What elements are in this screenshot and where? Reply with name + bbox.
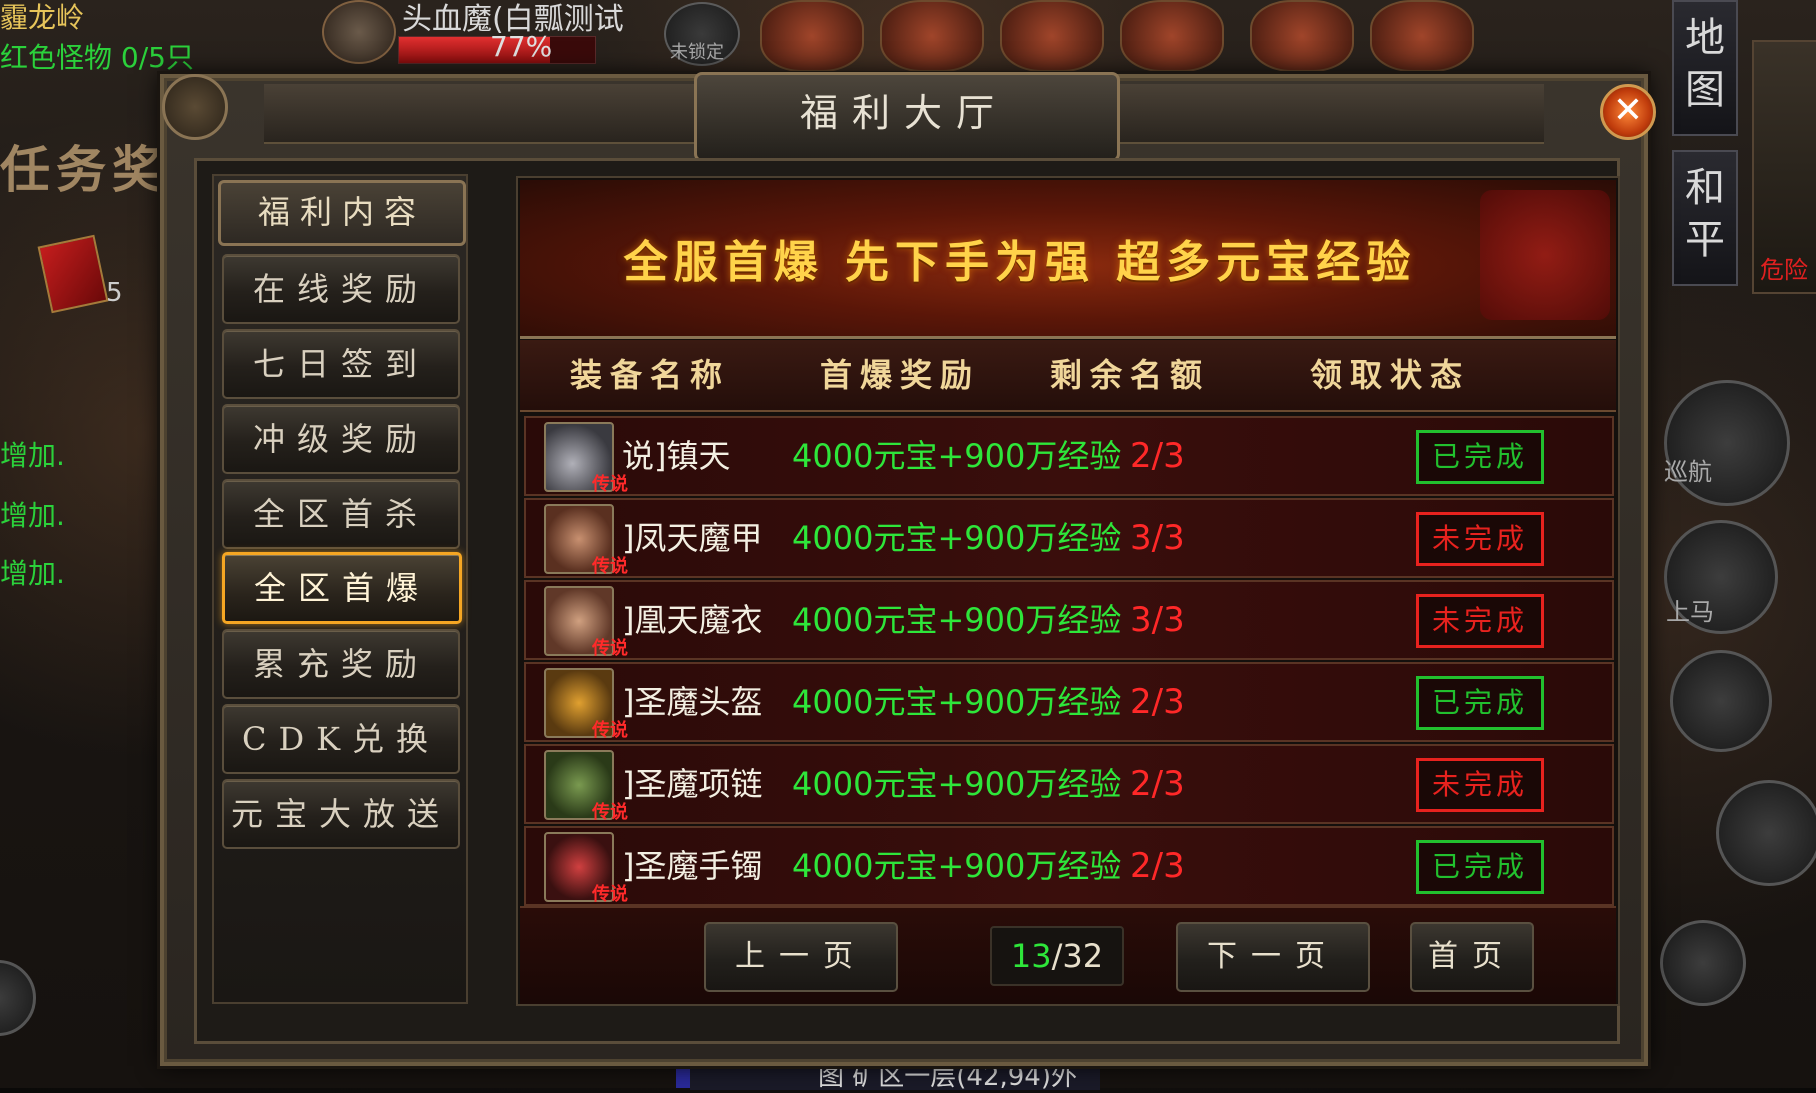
table-row[interactable]: 传说 说]镇天 4000元宝+900万经验 2/3 已完成 [524,416,1614,496]
sidebar-item-first-kill[interactable]: 全区首杀 [222,479,460,549]
next-page-button[interactable]: 下一页 [1176,922,1370,992]
claim-status-badge[interactable]: 未完成 [1416,758,1544,812]
col-equipment-name: 装备名称 [569,356,730,394]
page-separator: / [1051,937,1063,975]
claim-status-badge[interactable]: 已完成 [1416,840,1544,894]
remaining-quota: 3/3 [1130,518,1185,558]
lock-target-label: 未锁定 [670,42,724,63]
table-row[interactable]: 传说]凰天魔衣 4000元宝+900万经验 3/3 未完成 [524,580,1614,660]
table-row[interactable]: 传说]圣魔头盔 4000元宝+900万经验 2/3 已完成 [524,662,1614,742]
corner-ornament [162,74,228,140]
sidebar-item-first-drop[interactable]: 全区首爆 [222,552,462,624]
table-row[interactable]: 传说]圣魔项链 4000元宝+900万经验 2/3 未完成 [524,744,1614,824]
reward-text: 4000元宝+900万经验 [792,847,1122,885]
remaining-quota: 2/3 [1130,846,1185,886]
sidebar-item-level-reward[interactable]: 冲级奖励 [222,404,460,474]
chat-line: 增加. [0,557,65,590]
treasure-icon[interactable] [1370,0,1474,72]
dialog-title: 福利大厅 [799,91,1008,135]
col-claim-status: 领取状态 [1309,356,1470,394]
special-icon[interactable] [1120,0,1224,72]
pagination: 上一页 13/32 下一页 首页 [520,906,1616,1004]
total-pages: 32 [1062,937,1104,975]
peace-tab-label: 和平 [1685,165,1725,263]
skill-button[interactable] [1670,650,1772,752]
page-indicator: 13/32 [990,926,1124,986]
table-row[interactable]: 传说]圣魔手镯 4000元宝+900万经验 2/3 已完成 [524,826,1614,906]
sidebar-header: 福利内容 [218,180,466,246]
col-remaining-quota: 剩余名额 [1049,356,1210,394]
reward-text: 4000元宝+900万经验 [792,437,1122,475]
mount-label: 上马 [1666,598,1714,626]
item-count: 5 [106,278,123,308]
banner-text: 全服首爆 先下手为强 超多元宝经验 [623,237,1417,288]
table-row[interactable]: 传说]凤天魔甲 4000元宝+900万经验 3/3 未完成 [524,498,1614,578]
equipment-name: ]圣魔手镯 [622,847,763,885]
reward-text: 4000元宝+900万经验 [792,519,1122,557]
gift-icon[interactable] [880,0,984,72]
sidebar-item-recharge-reward[interactable]: 累充奖励 [222,629,460,699]
close-button[interactable]: ✕ [1600,84,1656,140]
sidebar-item-seven-day-signin[interactable]: 七日签到 [222,329,460,399]
boss-avatar[interactable] [322,0,396,64]
claim-status-badge[interactable]: 未完成 [1416,594,1544,648]
quest-progress[interactable]: 红色怪物 0/5只 [0,36,194,76]
equipment-name: 说]镇天 [622,437,731,475]
reward-text: 4000元宝+900万经验 [792,683,1122,721]
welfare-sidebar: 福利内容 在线奖励 七日签到 冲级奖励 全区首杀 全区首爆 累充奖励 CDK兑换… [212,174,468,1004]
remaining-quota: 3/3 [1130,600,1185,640]
map-tab-label: 地图 [1685,15,1725,113]
attack-button[interactable] [1716,780,1816,886]
claim-status-badge[interactable]: 已完成 [1416,676,1544,730]
skill-button[interactable] [1660,920,1746,1006]
first-page-button[interactable]: 首页 [1410,922,1534,992]
current-page: 13 [1010,937,1052,975]
cruise-button[interactable] [1664,380,1790,506]
first-drop-panel: 全服首爆 先下手为强 超多元宝经验 装备名称 首爆奖励 剩余名额 领取状态 传说… [516,176,1620,1006]
quest-map-name: 霾龙岭 [0,1,85,34]
equipment-name: ]凰天魔衣 [622,601,763,639]
cruise-label: 巡航 [1664,458,1712,486]
welfare-hall-dialog: 福利大厅 ✕ 福利内容 在线奖励 七日签到 冲级奖励 全区首杀 全区首爆 累充奖… [160,72,1656,1066]
remaining-quota: 2/3 [1130,436,1185,476]
claim-status-badge[interactable]: 未完成 [1416,512,1544,566]
danger-zone-label: 危险 [1760,256,1808,284]
prev-page-button[interactable]: 上一页 [704,922,898,992]
activity-icon[interactable] [760,0,864,72]
equipment-name: ]圣魔头盔 [622,683,763,721]
remaining-quota: 2/3 [1130,682,1185,722]
promo-banner: 全服首爆 先下手为强 超多元宝经验 [520,180,1616,339]
sidebar-item-cdk-exchange[interactable]: CDK兑换 [222,704,460,774]
event-icon[interactable] [1000,0,1104,72]
equipment-name: ]凤天魔甲 [622,519,763,557]
table-header: 装备名称 首爆奖励 剩余名额 领取状态 [520,340,1616,412]
claim-status-badge[interactable]: 已完成 [1416,430,1544,484]
reward-text: 4000元宝+900万经验 [792,601,1122,639]
reward-text: 4000元宝+900万经验 [792,765,1122,803]
map-tab[interactable]: 地图 [1672,0,1738,136]
chat-line: 增加. [0,439,65,472]
sidebar-item-ingot-giveaway[interactable]: 元宝大放送 [222,779,460,849]
equipment-name: ]圣魔项链 [622,765,763,803]
sidebar-item-online-reward[interactable]: 在线奖励 [222,254,460,324]
peace-mode-tab[interactable]: 和平 [1672,150,1738,286]
shop-icon[interactable] [1250,0,1354,72]
boss-hp-percent: 77% [490,30,553,63]
chat-line: 增加. [0,499,65,532]
remaining-quota: 2/3 [1130,764,1185,804]
